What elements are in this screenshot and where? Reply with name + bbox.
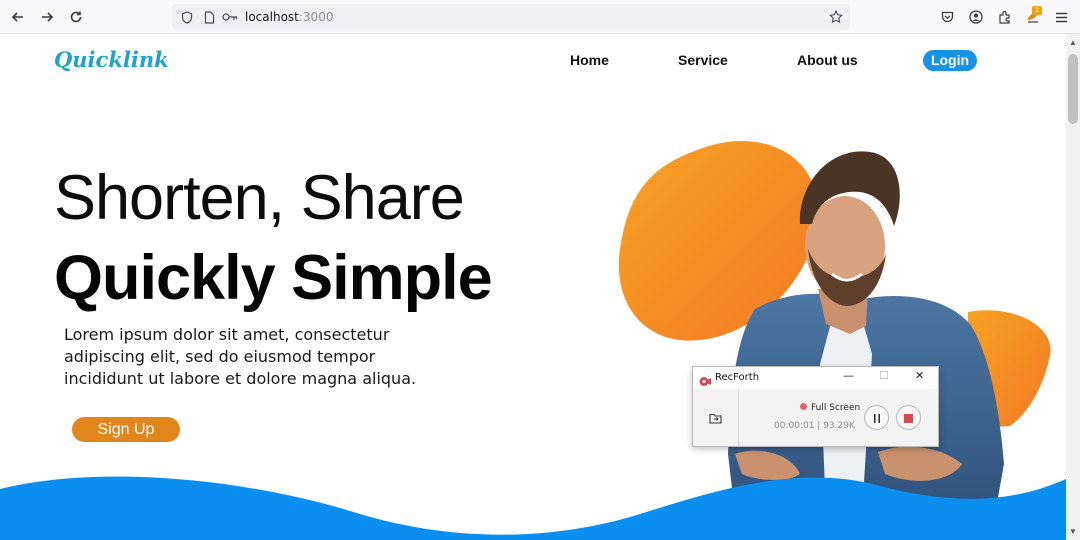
pause-icon xyxy=(873,408,881,427)
close-icon[interactable]: ✕ xyxy=(915,369,924,382)
extensions-icon[interactable] xyxy=(993,5,1017,29)
recording-time: 00:00:01 xyxy=(774,421,815,431)
pocket-icon[interactable] xyxy=(935,5,959,29)
recforth-title: RecForth xyxy=(715,372,760,383)
recording-dot-icon xyxy=(800,403,807,410)
stop-button[interactable] xyxy=(896,405,921,430)
page-icon[interactable] xyxy=(200,8,218,26)
login-button[interactable]: Login xyxy=(923,50,977,71)
recording-mode: Full Screen xyxy=(800,403,860,413)
pause-button[interactable] xyxy=(864,405,889,430)
web-page: Quicklink Home Service About us Login Sh… xyxy=(0,34,1066,540)
site-logo[interactable]: Quicklink xyxy=(54,47,169,72)
recforth-window: RecForth — ☐ ✕ Full Screen 00:00:01 | 93… xyxy=(692,366,939,447)
scroll-up-icon[interactable]: ▲ xyxy=(1069,38,1077,47)
url-bar[interactable]: localhost:3000 xyxy=(172,4,850,30)
shield-icon[interactable] xyxy=(178,8,196,26)
url-text[interactable]: localhost:3000 xyxy=(245,10,333,24)
forward-icon[interactable] xyxy=(35,5,59,29)
back-icon[interactable] xyxy=(6,5,30,29)
scroll-down-icon[interactable]: ▼ xyxy=(1069,527,1077,536)
recforth-body: Full Screen 00:00:01 | 93.29K xyxy=(693,390,938,446)
bookmark-star-icon[interactable] xyxy=(827,8,845,26)
maximize-icon: ☐ xyxy=(879,369,889,382)
account-icon[interactable] xyxy=(964,5,988,29)
hero-description: Lorem ipsum dolor sit amet, consectetur … xyxy=(64,325,417,388)
scroll-thumb[interactable] xyxy=(1068,54,1078,124)
stop-icon xyxy=(904,408,913,427)
signup-button[interactable]: Sign Up xyxy=(72,417,180,442)
open-folder-button[interactable] xyxy=(693,390,739,446)
page-scrollbar[interactable]: ▲ ▼ xyxy=(1066,34,1080,540)
hero-heading-line1: Shorten, Share xyxy=(54,163,465,233)
recording-size: 93.29K xyxy=(823,421,855,431)
extension-count-badge: 1 xyxy=(1032,6,1042,15)
folder-icon xyxy=(709,409,722,428)
nav-about[interactable]: About us xyxy=(797,52,858,68)
minimize-icon[interactable]: — xyxy=(843,369,854,382)
menu-icon[interactable] xyxy=(1049,5,1073,29)
recforth-titlebar[interactable]: RecForth — ☐ ✕ xyxy=(693,367,938,389)
nav-service[interactable]: Service xyxy=(678,52,728,68)
key-icon[interactable] xyxy=(221,8,239,26)
recforth-logo-icon xyxy=(699,372,711,391)
hero-heading-line2: Quickly Simple xyxy=(54,243,493,313)
recording-stats: 00:00:01 | 93.29K xyxy=(774,421,855,431)
browser-toolbar: localhost:3000 1 xyxy=(0,0,1080,34)
nav-home[interactable]: Home xyxy=(570,52,609,68)
reload-icon[interactable] xyxy=(64,5,88,29)
